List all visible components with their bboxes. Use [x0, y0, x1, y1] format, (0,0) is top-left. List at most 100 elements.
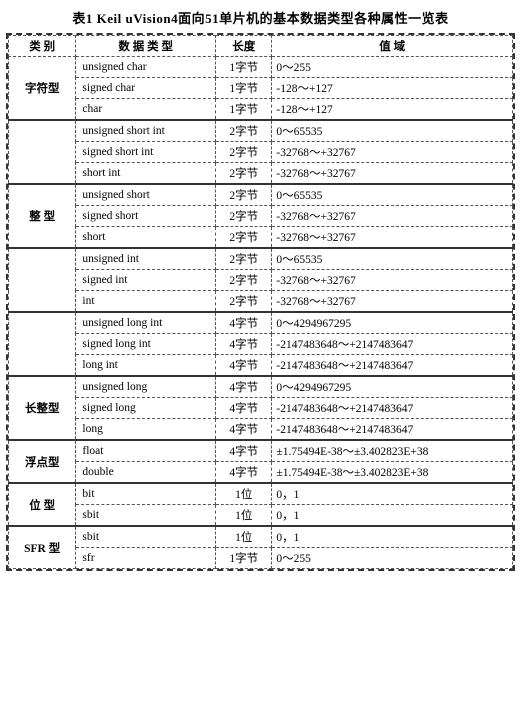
range-cell: -128～+127 [272, 99, 513, 121]
range-cell: 0～65535 [272, 120, 513, 142]
range-cell: -32768～+32767 [272, 163, 513, 185]
category-cell [9, 312, 76, 376]
table-row: 长整型unsigned long4字节0～4294967295 [9, 376, 513, 398]
table-row: short int2字节-32768～+32767 [9, 163, 513, 185]
length-cell: 2字节 [216, 206, 272, 227]
table-row: unsigned int2字节0～65535 [9, 248, 513, 270]
length-cell: 4字节 [216, 462, 272, 484]
type-cell: short int [76, 163, 216, 185]
type-cell: char [76, 99, 216, 121]
category-cell: 字符型 [9, 57, 76, 121]
length-cell: 1字节 [216, 548, 272, 569]
length-cell: 1位 [216, 483, 272, 505]
length-cell: 4字节 [216, 355, 272, 377]
type-cell: unsigned char [76, 57, 216, 78]
type-cell: signed long [76, 398, 216, 419]
range-cell: 0，1 [272, 526, 513, 548]
range-cell: -32768～+32767 [272, 270, 513, 291]
table-row: unsigned long int4字节0～4294967295 [9, 312, 513, 334]
length-cell: 4字节 [216, 419, 272, 441]
category-cell [9, 248, 76, 312]
table-row: double4字节±1.75494E-38～±3.402823E+38 [9, 462, 513, 484]
length-cell: 2字节 [216, 291, 272, 313]
length-cell: 4字节 [216, 398, 272, 419]
range-cell: 0～255 [272, 57, 513, 78]
col-header-length: 长度 [216, 36, 272, 57]
table-row: signed long4字节-2147483648～+2147483647 [9, 398, 513, 419]
range-cell: -32768～+32767 [272, 227, 513, 249]
range-cell: ±1.75494E-38～±3.402823E+38 [272, 462, 513, 484]
category-cell: 位 型 [9, 483, 76, 526]
type-cell: long int [76, 355, 216, 377]
col-header-range: 值 域 [272, 36, 513, 57]
type-cell: sbit [76, 505, 216, 527]
type-cell: sfr [76, 548, 216, 569]
length-cell: 1字节 [216, 57, 272, 78]
range-cell: -128～+127 [272, 78, 513, 99]
range-cell: 0～4294967295 [272, 376, 513, 398]
range-cell: -32768～+32767 [272, 291, 513, 313]
table-row: signed short2字节-32768～+32767 [9, 206, 513, 227]
range-cell: -32768～+32767 [272, 142, 513, 163]
type-cell: bit [76, 483, 216, 505]
length-cell: 2字节 [216, 120, 272, 142]
range-cell: 0，1 [272, 505, 513, 527]
table-row: sfr1字节0～255 [9, 548, 513, 569]
table-row: sbit1位0，1 [9, 505, 513, 527]
page-title: 表1 Keil uVision4面向51单片机的基本数据类型各种属性一览表 [6, 8, 515, 27]
type-cell: signed char [76, 78, 216, 99]
length-cell: 1位 [216, 505, 272, 527]
length-cell: 2字节 [216, 184, 272, 206]
range-cell: -2147483648～+2147483647 [272, 355, 513, 377]
data-table: 类 别 数 据 类 型 长度 值 域 字符型unsigned char1字节0～… [8, 35, 513, 569]
table-row: char1字节-128～+127 [9, 99, 513, 121]
type-cell: unsigned long [76, 376, 216, 398]
type-cell: signed int [76, 270, 216, 291]
length-cell: 2字节 [216, 142, 272, 163]
category-cell [9, 120, 76, 184]
length-cell: 1位 [216, 526, 272, 548]
type-cell: unsigned short [76, 184, 216, 206]
range-cell: ±1.75494E-38～±3.402823E+38 [272, 440, 513, 462]
type-cell: unsigned int [76, 248, 216, 270]
range-cell: 0，1 [272, 483, 513, 505]
length-cell: 4字节 [216, 376, 272, 398]
length-cell: 2字节 [216, 248, 272, 270]
length-cell: 2字节 [216, 163, 272, 185]
range-cell: 0～65535 [272, 248, 513, 270]
range-cell: 0～65535 [272, 184, 513, 206]
table-row: long int4字节-2147483648～+2147483647 [9, 355, 513, 377]
range-cell: -2147483648～+2147483647 [272, 334, 513, 355]
table-row: short2字节-32768～+32767 [9, 227, 513, 249]
col-header-category: 类 别 [9, 36, 76, 57]
table-row: signed char1字节-128～+127 [9, 78, 513, 99]
length-cell: 4字节 [216, 334, 272, 355]
category-cell: 整 型 [9, 184, 76, 248]
table-row: signed long int4字节-2147483648～+214748364… [9, 334, 513, 355]
page: 表1 Keil uVision4面向51单片机的基本数据类型各种属性一览表 类 … [0, 0, 521, 706]
table-row: 位 型bit1位0，1 [9, 483, 513, 505]
col-header-type: 数 据 类 型 [76, 36, 216, 57]
type-cell: sbit [76, 526, 216, 548]
length-cell: 1字节 [216, 78, 272, 99]
category-cell: SFR 型 [9, 526, 76, 569]
category-cell: 长整型 [9, 376, 76, 440]
table-row: SFR 型sbit1位0，1 [9, 526, 513, 548]
range-cell: -2147483648～+2147483647 [272, 398, 513, 419]
table-row: 字符型unsigned char1字节0～255 [9, 57, 513, 78]
type-cell: long [76, 419, 216, 441]
type-cell: unsigned short int [76, 120, 216, 142]
table-row: int2字节-32768～+32767 [9, 291, 513, 313]
type-cell: signed long int [76, 334, 216, 355]
type-cell: unsigned long int [76, 312, 216, 334]
range-cell: -32768～+32767 [272, 206, 513, 227]
length-cell: 2字节 [216, 270, 272, 291]
type-cell: double [76, 462, 216, 484]
table-row: 浮点型float4字节±1.75494E-38～±3.402823E+38 [9, 440, 513, 462]
length-cell: 4字节 [216, 440, 272, 462]
type-cell: int [76, 291, 216, 313]
length-cell: 1字节 [216, 99, 272, 121]
range-cell: 0～4294967295 [272, 312, 513, 334]
range-cell: 0～255 [272, 548, 513, 569]
range-cell: -2147483648～+2147483647 [272, 419, 513, 441]
